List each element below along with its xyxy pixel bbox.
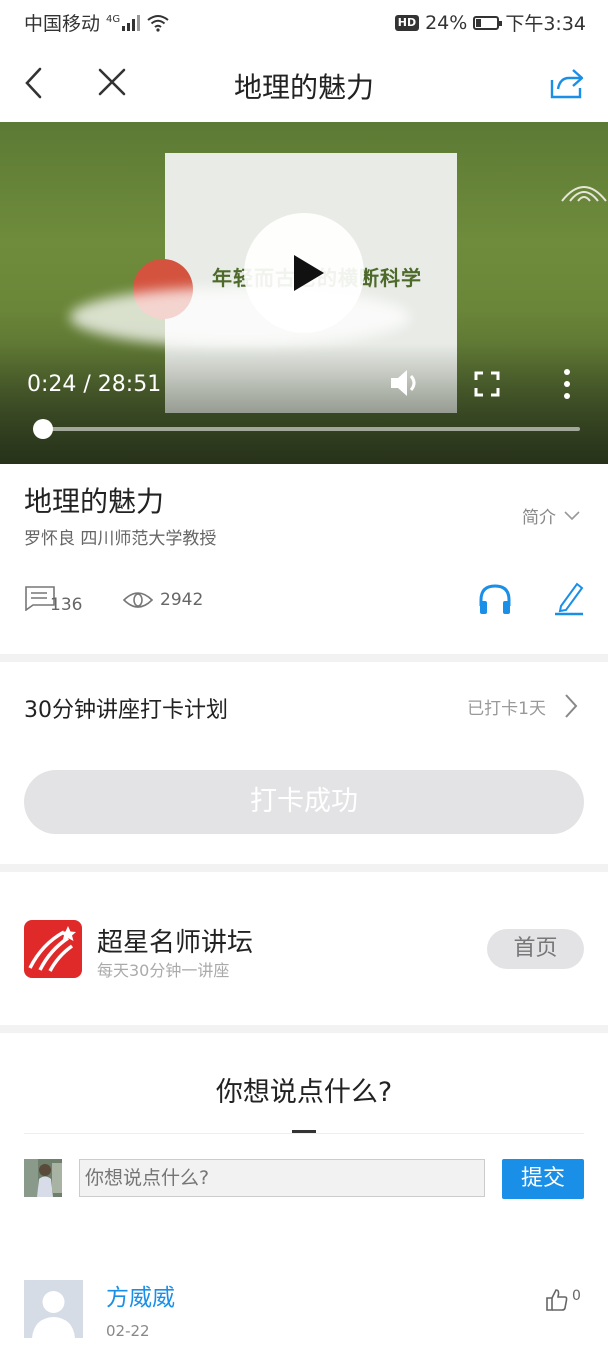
chevron-right-icon bbox=[565, 694, 578, 718]
lecture-author: 罗怀良 四川师范大学教授 bbox=[24, 529, 217, 549]
hd-badge: HD bbox=[394, 14, 420, 31]
progress-bar[interactable] bbox=[40, 427, 580, 431]
signal-icon bbox=[122, 14, 141, 31]
commenter-avatar[interactable] bbox=[24, 1280, 83, 1338]
like-button[interactable]: 0 bbox=[545, 1288, 581, 1312]
page-title: 地理的魅力 bbox=[233, 71, 374, 104]
intro-label: 简介 bbox=[522, 508, 556, 528]
plan-status: 已打卡1天 bbox=[467, 698, 546, 719]
channel-logo-icon bbox=[28, 926, 76, 972]
comment-heading-indicator bbox=[292, 1130, 316, 1133]
submit-button[interactable]: 提交 bbox=[502, 1159, 584, 1199]
user-avatar-photo bbox=[24, 1159, 62, 1197]
channel-logo bbox=[24, 920, 82, 978]
view-count: 2942 bbox=[122, 590, 203, 610]
headphones-icon[interactable] bbox=[477, 582, 513, 616]
section-divider bbox=[0, 1025, 608, 1033]
eye-icon bbox=[122, 592, 154, 608]
home-button[interactable]: 首页 bbox=[487, 929, 584, 969]
video-gradient bbox=[0, 344, 608, 464]
thumbs-up-icon bbox=[546, 1289, 568, 1311]
comment-input[interactable] bbox=[79, 1159, 485, 1197]
carrier-label: 中国移动 bbox=[24, 13, 101, 35]
comment-count-value: 136 bbox=[50, 595, 83, 615]
channel-subtitle: 每天30分钟一讲座 bbox=[97, 961, 230, 980]
like-count: 0 bbox=[572, 1288, 581, 1304]
wifi-icon bbox=[147, 14, 169, 32]
user-avatar bbox=[24, 1159, 62, 1197]
default-avatar-icon bbox=[32, 1291, 75, 1338]
clock: 下午3:34 bbox=[505, 13, 586, 35]
play-icon bbox=[294, 255, 324, 291]
channel-name: 超星名师讲坛 bbox=[97, 928, 254, 958]
network-indicator: 4G bbox=[106, 14, 141, 31]
comment-heading: 你想说点什么? bbox=[215, 1077, 393, 1108]
edit-note-icon[interactable] bbox=[553, 580, 585, 616]
battery-icon bbox=[473, 15, 503, 30]
lecture-title: 地理的魅力 bbox=[24, 485, 165, 518]
plan-status-link[interactable]: 已打卡1天 bbox=[467, 693, 578, 719]
comment-count[interactable]: 136 bbox=[24, 585, 82, 615]
slide-decoration-icon bbox=[561, 186, 607, 202]
progress-handle[interactable] bbox=[33, 419, 53, 439]
chevron-down-icon bbox=[564, 510, 580, 520]
play-button[interactable] bbox=[244, 213, 364, 333]
fullscreen-icon[interactable] bbox=[474, 371, 500, 397]
status-bar: 中国移动 4G HD 24% 下午3:34 bbox=[0, 0, 608, 44]
view-count-value: 2942 bbox=[160, 590, 204, 610]
intro-toggle[interactable]: 简介 bbox=[522, 503, 580, 528]
nav-bar: 地理的魅力 bbox=[0, 44, 608, 122]
more-options-icon[interactable] bbox=[562, 368, 572, 400]
commenter-name[interactable]: 方威威 bbox=[106, 1278, 175, 1312]
volume-icon[interactable] bbox=[388, 366, 424, 400]
check-in-button[interactable]: 打卡成功 bbox=[24, 770, 584, 834]
plan-title: 30分钟讲座打卡计划 bbox=[24, 698, 228, 723]
share-icon[interactable] bbox=[549, 66, 585, 100]
video-time: 0:24 / 28:51 bbox=[27, 372, 162, 397]
comment-heading-line bbox=[24, 1133, 584, 1134]
battery-percent: 24% bbox=[425, 11, 468, 34]
section-divider bbox=[0, 654, 608, 662]
comment-date: 02-22 bbox=[106, 1322, 150, 1340]
section-divider bbox=[0, 864, 608, 872]
video-player[interactable]: 年轻而古老的横断科学 0:24 / 28:51 bbox=[0, 122, 608, 464]
